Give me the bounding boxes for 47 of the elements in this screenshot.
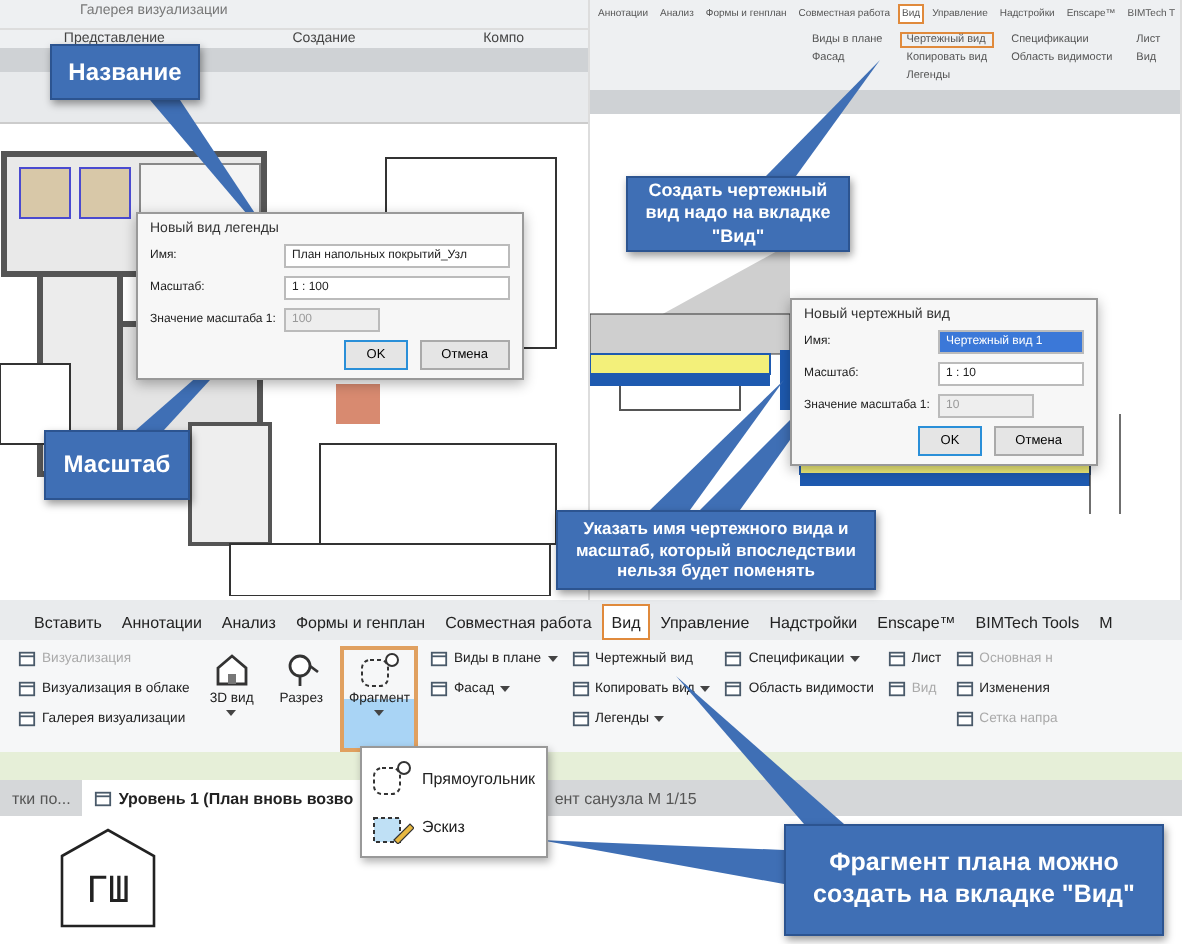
ribbon-tab[interactable]: Анализ xyxy=(211,604,286,640)
ribbon-tab[interactable]: M xyxy=(1089,604,1123,640)
caret-icon xyxy=(500,685,511,693)
window-icon xyxy=(887,680,906,698)
ribbon-tab[interactable]: Совместная работа xyxy=(435,604,602,640)
dashed-outline-icon xyxy=(357,652,402,688)
window-icon xyxy=(955,710,974,728)
window-icon xyxy=(724,680,743,698)
window-icon xyxy=(724,650,743,668)
ribbon-tab[interactable]: Управление xyxy=(650,604,760,640)
window-icon xyxy=(18,680,36,698)
view-tab[interactable]: тки по... xyxy=(0,780,83,816)
window-icon xyxy=(571,650,590,668)
ribbon-tab[interactable]: Enscape™ xyxy=(867,604,966,640)
window-icon xyxy=(94,789,113,807)
caret-icon xyxy=(547,655,558,663)
ribbon-tab[interactable]: Вид xyxy=(601,604,651,640)
callout-box: Фрагмент плана можно создать на вкладке "Вид" xyxy=(784,824,1164,936)
window-icon xyxy=(18,650,36,668)
caret-icon xyxy=(654,715,665,723)
ribbon-tab[interactable]: Формы и генплан xyxy=(285,604,436,640)
magnifier-icon xyxy=(283,652,320,688)
window-icon xyxy=(887,650,906,668)
callout-box: Создать чертежный вид надо на вкладке "Вид" xyxy=(626,176,850,252)
ribbon-tab[interactable]: Вставить xyxy=(24,604,112,640)
callout-box: Указать имя чертежного вида и масштаб, который впоследствии нельзя будет поменять xyxy=(556,510,876,590)
house-icon xyxy=(213,652,250,688)
window-icon xyxy=(429,680,448,698)
callout-box: Масштаб xyxy=(44,430,190,500)
caret-icon xyxy=(700,685,711,693)
window-icon xyxy=(18,710,36,728)
callout-box: Название xyxy=(50,44,200,100)
ribbon-tab[interactable]: Надстройки xyxy=(759,604,868,640)
window-icon xyxy=(571,710,590,728)
window-icon xyxy=(571,680,590,698)
window-icon xyxy=(429,650,448,668)
window-icon xyxy=(955,650,974,668)
callout-pointer xyxy=(650,380,784,510)
dashed-outline-icon xyxy=(370,760,414,796)
ribbon-tab[interactable]: Аннотации xyxy=(111,604,212,640)
window-icon xyxy=(955,680,974,698)
view-tab[interactable]: ент санузла М 1/15 xyxy=(542,780,709,816)
callout-pointer xyxy=(766,60,880,176)
caret-icon xyxy=(226,710,237,718)
caret-icon xyxy=(374,710,385,718)
ribbon-tab[interactable]: BIMTech Tools xyxy=(965,604,1090,640)
caret-icon xyxy=(850,655,861,663)
